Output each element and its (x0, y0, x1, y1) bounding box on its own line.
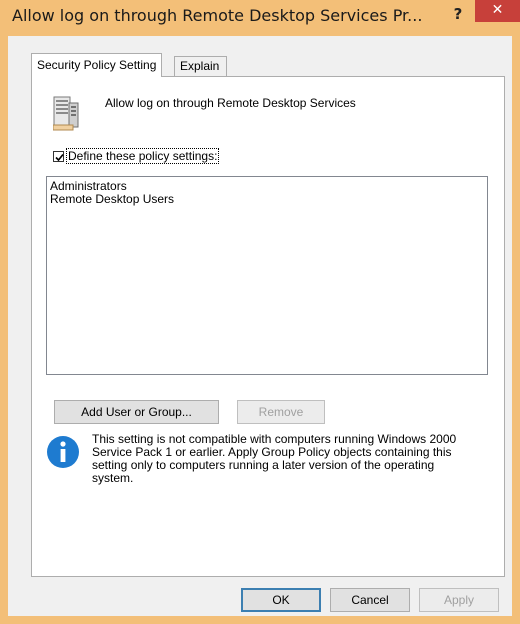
security-policy-tab-panel: Allow log on through Remote Desktop Serv… (31, 76, 505, 577)
ok-button[interactable]: OK (241, 588, 321, 612)
cancel-button[interactable]: Cancel (330, 588, 410, 612)
dialog-client-area: Security Policy Setting Explain Allow lo… (8, 36, 512, 616)
members-listbox[interactable]: Administrators Remote Desktop Users (46, 176, 488, 375)
close-button[interactable]: ✕ (475, 0, 520, 22)
apply-button[interactable]: Apply (419, 588, 499, 612)
list-item[interactable]: Remote Desktop Users (50, 193, 174, 206)
tab-explain[interactable]: Explain (174, 56, 227, 76)
define-settings-label[interactable]: Define these policy settings: (65, 148, 220, 164)
title-bar[interactable]: Allow log on through Remote Desktop Serv… (0, 0, 520, 36)
policy-properties-dialog: Allow log on through Remote Desktop Serv… (0, 0, 520, 624)
info-icon (47, 436, 79, 468)
policy-document-icon (53, 96, 79, 131)
policy-name: Allow log on through Remote Desktop Serv… (105, 96, 356, 110)
define-settings-checkbox[interactable] (53, 151, 64, 162)
compatibility-info-text: This setting is not compatible with comp… (92, 432, 457, 485)
window-title: Allow log on through Remote Desktop Serv… (12, 6, 423, 25)
help-button[interactable]: ? (445, 1, 471, 27)
checkmark-icon (55, 153, 64, 162)
add-user-or-group-button[interactable]: Add User or Group... (54, 400, 219, 424)
remove-button[interactable]: Remove (237, 400, 325, 424)
tab-security-policy-setting[interactable]: Security Policy Setting (31, 53, 163, 77)
